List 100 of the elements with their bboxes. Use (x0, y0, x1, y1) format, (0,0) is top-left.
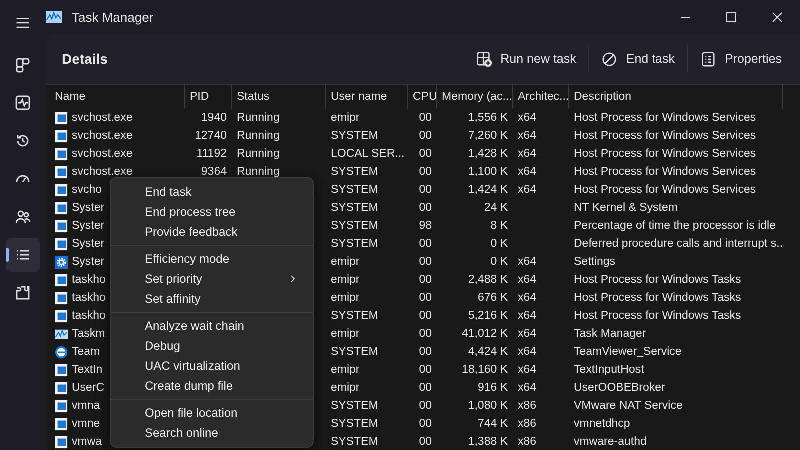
puzzle-icon (14, 284, 32, 302)
app-window-icon (55, 310, 68, 322)
cpu-usage: 00 (419, 346, 432, 358)
process-name: taskho (72, 292, 106, 304)
cpu-usage: 00 (419, 400, 432, 412)
sidebar-tab[interactable] (6, 238, 40, 272)
architecture: x64 (518, 328, 537, 340)
column-header[interactable]: CPU (408, 85, 437, 109)
memory-usage: 4,424 K (468, 346, 508, 358)
memory-usage: 24 K (484, 202, 508, 214)
column-header[interactable]: Memory (ac... (437, 85, 513, 109)
cpu-usage: 00 (419, 256, 432, 268)
user-name: SYSTEM (331, 166, 378, 178)
process-name: vmna (72, 400, 100, 412)
process-name: taskho (72, 274, 106, 286)
memory-usage: 8 K (490, 220, 508, 232)
pulse-chart-icon (14, 94, 32, 112)
menu-item[interactable]: End process tree (115, 202, 309, 222)
processes-icon (14, 56, 32, 74)
process-id: 1940 (201, 112, 227, 124)
column-header[interactable]: Status (232, 85, 326, 109)
menu-item[interactable]: Set priority (115, 269, 309, 289)
chevron-right-icon (289, 275, 297, 283)
close-icon (772, 12, 782, 22)
memory-usage: 1,080 K (468, 400, 508, 412)
process-name: TextIn (72, 364, 103, 376)
toolbar-button[interactable]: Properties (688, 44, 794, 74)
description: vmnetdhcp (574, 418, 630, 430)
process-name: svchost.exe (72, 130, 133, 142)
description: Host Process for Windows Tasks (574, 274, 742, 286)
description: Host Process for Windows Services (574, 130, 756, 142)
cpu-usage: 00 (419, 274, 432, 286)
column-header[interactable]: User name (326, 85, 408, 109)
architecture: x64 (518, 382, 537, 394)
description: Percentage of time the processor is idle (574, 220, 776, 232)
menu-item[interactable]: Analyze wait chain (115, 316, 309, 336)
user-name: SYSTEM (331, 220, 378, 232)
process-name: Team (72, 346, 100, 358)
menu-item[interactable]: Set affinity (115, 289, 309, 309)
memory-usage: 1,428 K (468, 148, 508, 160)
toolbar-button[interactable]: Run new task (464, 44, 588, 74)
architecture: x86 (518, 418, 537, 430)
architecture: x64 (518, 346, 537, 358)
memory-usage: 1,100 K (468, 166, 508, 178)
description: Settings (574, 256, 616, 268)
user-name: SYSTEM (331, 202, 378, 214)
app-window-icon (55, 202, 68, 214)
description: Host Process for Windows Services (574, 112, 756, 124)
architecture: x64 (518, 184, 537, 196)
description: TeamViewer_Service (574, 346, 682, 358)
app-icon (46, 11, 62, 23)
user-name: emipr (331, 256, 360, 268)
menu-item[interactable]: Efficiency mode (115, 249, 309, 269)
architecture: x86 (518, 436, 537, 448)
cpu-usage: 00 (419, 328, 432, 340)
menu-item[interactable]: Debug (115, 336, 309, 356)
user-name: SYSTEM (331, 436, 378, 448)
architecture: x64 (518, 364, 537, 376)
description: NT Kernel & System (574, 202, 678, 214)
app-window-icon (55, 292, 68, 304)
menu-icon[interactable] (15, 15, 31, 31)
process-name: UserC (72, 382, 105, 394)
memory-usage: 18,160 K (462, 364, 508, 376)
architecture: x64 (518, 310, 537, 322)
toolbar-button[interactable]: End task (589, 44, 688, 74)
menu-item[interactable]: UAC virtualization (115, 356, 309, 376)
cpu-usage: 00 (419, 130, 432, 142)
menu-item[interactable]: Provide feedback (115, 222, 309, 242)
memory-usage: 0 K (490, 238, 508, 250)
process-name: Taskm (72, 328, 106, 340)
process-name: Syster (72, 220, 105, 232)
column-header[interactable]: PID (185, 85, 232, 109)
architecture: x86 (518, 400, 537, 412)
user-name: SYSTEM (331, 346, 378, 358)
process-status: Running (237, 130, 280, 142)
user-name: SYSTEM (331, 130, 378, 142)
cpu-usage: 00 (419, 292, 432, 304)
user-name: emipr (331, 364, 360, 376)
user-name: SYSTEM (331, 184, 378, 196)
column-header[interactable]: Name (50, 85, 185, 109)
column-header[interactable]: Description (569, 85, 783, 109)
column-header[interactable]: Architec... (513, 85, 569, 109)
app-window-icon (55, 364, 68, 376)
process-name: svchost.exe (72, 148, 133, 160)
menu-item[interactable]: Create dump file (115, 376, 309, 396)
app-window-icon (55, 238, 68, 250)
cpu-usage: 00 (419, 166, 432, 178)
process-id: 9364 (201, 166, 227, 178)
menu-item[interactable]: End task (115, 182, 309, 202)
process-status: Running (237, 166, 280, 178)
window-title: Task Manager (72, 10, 154, 24)
menu-item[interactable]: Open file location (115, 403, 309, 423)
memory-usage: 1,388 K (468, 436, 508, 448)
app-window-icon (55, 220, 68, 232)
architecture: x64 (518, 292, 537, 304)
process-id: 11192 (196, 148, 227, 160)
memory-usage: 916 K (478, 382, 508, 394)
architecture: x64 (518, 112, 537, 124)
description: vmware-authd (574, 436, 647, 448)
menu-item[interactable]: Search online (115, 423, 309, 443)
